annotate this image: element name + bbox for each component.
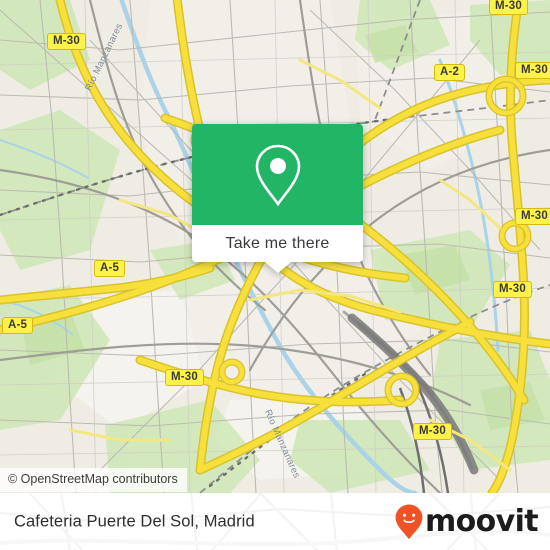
location-callout[interactable]: Take me there [192,124,363,273]
route-shield: M-30 [515,62,550,79]
place-title: Cafeteria Puerte Del Sol, Madrid [14,512,255,530]
map-canvas[interactable]: M-30 M-30 A-2 M-30 M-30 A-5 M-30 A-5 M-3… [0,0,550,493]
osm-attribution[interactable]: © OpenStreetMap contributors [0,468,187,492]
footer-bar: Cafeteria Puerte Del Sol, Madrid moovit [0,493,550,550]
map-pin-icon [255,144,300,206]
callout-header [192,124,363,225]
moovit-brand-logo[interactable]: moovit [394,503,539,541]
route-shield: A-2 [434,64,466,81]
callout-tail [264,262,291,273]
moovit-wordmark: moovit [424,503,539,539]
map-share-card: M-30 M-30 A-2 M-30 M-30 A-5 M-30 A-5 M-3… [0,0,550,550]
take-me-there-button[interactable]: Take me there [192,225,363,262]
route-shield: M-30 [165,369,205,386]
route-shield: M-30 [493,281,533,298]
route-shield: A-5 [2,317,34,334]
route-shield: M-30 [47,33,87,50]
route-shield: M-30 [489,0,529,15]
moovit-smiley-pin-icon [395,504,423,539]
route-shield: M-30 [413,423,453,440]
route-shield: M-30 [515,208,550,225]
route-shield: A-5 [94,260,126,277]
